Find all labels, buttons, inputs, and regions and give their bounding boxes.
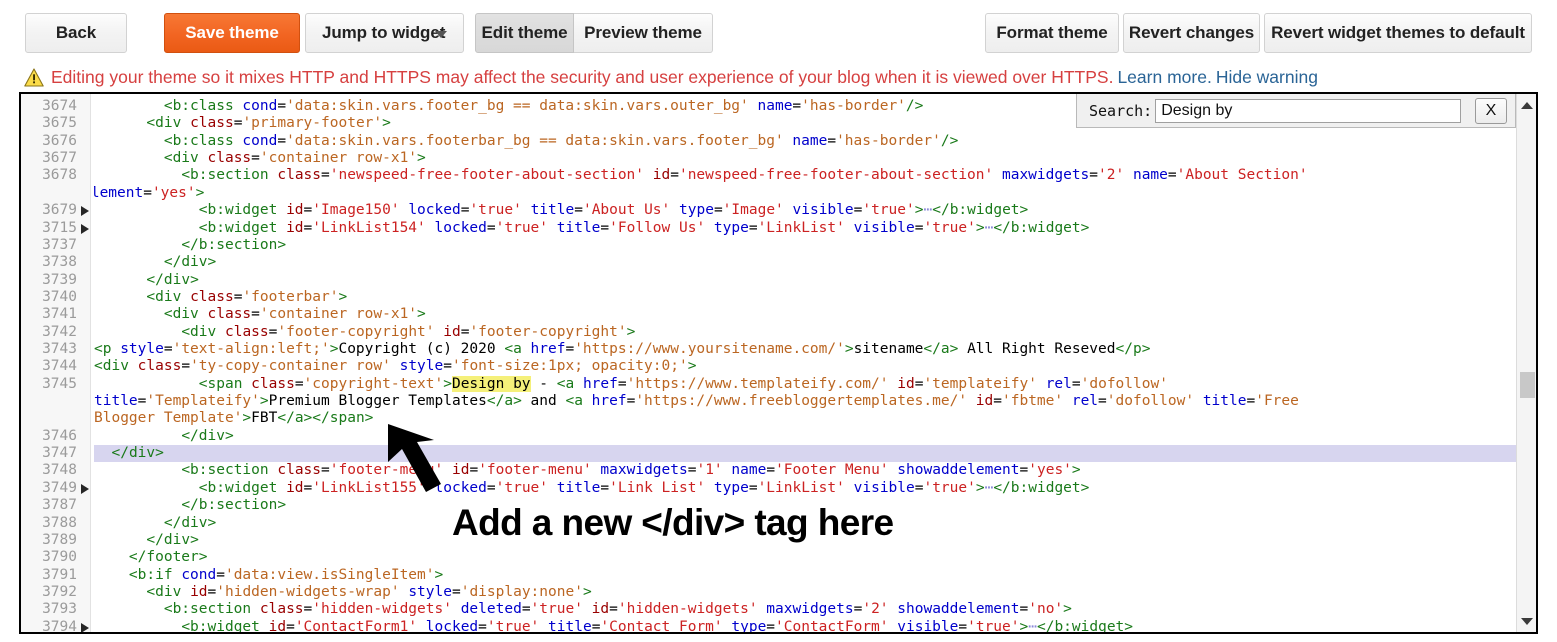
line-number: 3677 (42, 150, 77, 167)
line-number: 3678 (42, 167, 77, 184)
line-number: 3743 (42, 341, 77, 357)
line-number: 3788 (42, 514, 77, 531)
line-number: 3744 (42, 358, 77, 375)
top-toolbar: Back Save theme Jump to widget Edit them… (0, 0, 1557, 62)
code-fold-arrow-icon[interactable] (81, 483, 89, 494)
hide-warning-link[interactable]: Hide warning (1216, 67, 1318, 88)
save-theme-button[interactable]: Save theme (164, 13, 300, 53)
search-label: Search: (1089, 101, 1153, 120)
triangle-down-icon (1521, 617, 1533, 625)
learn-more-link[interactable]: Learn more. (1117, 67, 1211, 88)
line-number: 3745 (42, 375, 77, 392)
active-code-line[interactable]: </div> (94, 445, 1519, 463)
code-fold-arrow-icon[interactable] (81, 622, 89, 632)
revert-changes-button[interactable]: Revert changes (1123, 13, 1260, 53)
code-fold-arrow-icon[interactable] (81, 206, 89, 217)
line-number: 3793 (42, 601, 77, 618)
line-number: 3790 (42, 549, 77, 566)
editor-vertical-scrollbar[interactable] (1516, 94, 1536, 632)
edit-theme-tab[interactable]: Edit theme (475, 13, 574, 53)
line-number: 3749 (21, 480, 91, 497)
mixed-content-warning-bar: Editing your theme so it mixes HTTP and … (0, 62, 1557, 92)
line-number: 3738 (42, 254, 77, 271)
jump-to-widget-dropdown[interactable]: Jump to widget (305, 13, 464, 53)
jump-to-widget-label: Jump to widget (322, 23, 446, 42)
annotation-label: Add a new </div> tag here (452, 502, 894, 543)
line-number: 3679 (21, 202, 91, 219)
scrollbar-thumb[interactable] (1520, 372, 1535, 398)
line-number: 3791 (42, 566, 77, 583)
format-theme-button[interactable]: Format theme (985, 13, 1119, 53)
theme-code-editor[interactable]: 3674 3675 3676 3677 3678 3679 3715 3737 3738 3739… (19, 92, 1538, 634)
line-number: 3675 (42, 115, 77, 132)
line-number: 3739 (42, 271, 77, 288)
warning-triangle-icon (24, 67, 44, 87)
line-number: 3746 (42, 427, 77, 444)
line-number: 3741 (42, 306, 77, 323)
line-number: 3737 (42, 236, 77, 253)
close-search-button[interactable]: X (1475, 97, 1507, 124)
line-number: 3676 (42, 132, 77, 149)
triangle-up-icon (1521, 101, 1533, 109)
revert-widget-themes-button[interactable]: Revert widget themes to default (1264, 13, 1532, 53)
line-number: 3794 (21, 619, 91, 632)
search-panel[interactable]: Search: X (1076, 94, 1516, 128)
line-number: 3789 (42, 531, 77, 548)
line-number: 3740 (42, 288, 77, 305)
code-content-area[interactable]: <b:class cond='data:skin.vars.footer_bg … (94, 94, 1519, 632)
warning-message: Editing your theme so it mixes HTTP and … (51, 66, 1114, 87)
scroll-down-arrow[interactable] (1517, 612, 1536, 630)
line-number: 3715 (21, 220, 91, 237)
line-number: 3787 (42, 497, 77, 514)
line-number-gutter: 3674 3675 3676 3677 3678 3679 3715 3737 3738 3739… (21, 94, 91, 632)
preview-theme-tab[interactable]: Preview theme (574, 13, 713, 53)
back-button[interactable]: Back (25, 13, 127, 53)
line-number: 3748 (42, 462, 77, 479)
line-number: 3674 (42, 98, 77, 114)
scroll-up-arrow[interactable] (1517, 96, 1536, 114)
search-input[interactable] (1155, 98, 1461, 123)
line-number: 3742 (42, 323, 77, 340)
code-fold-arrow-icon[interactable] (81, 223, 89, 234)
chevron-down-icon (435, 31, 447, 38)
line-number: 3792 (42, 583, 77, 600)
line-number: 3747 (42, 445, 77, 462)
